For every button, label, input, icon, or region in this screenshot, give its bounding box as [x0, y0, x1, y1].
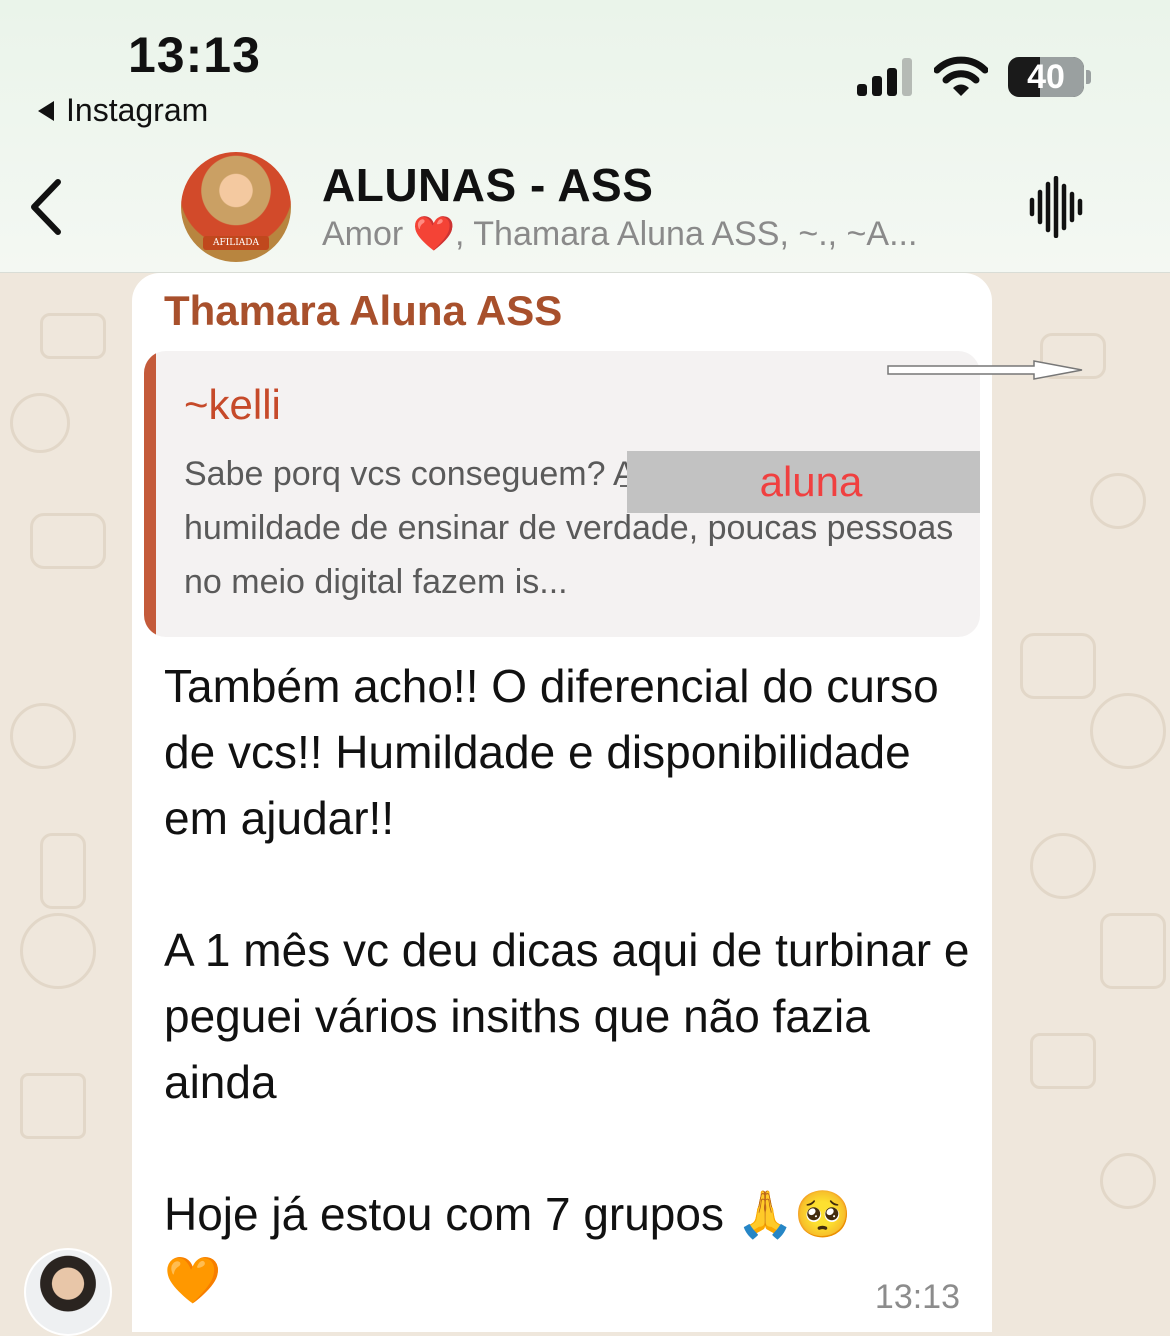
back-to-app-link[interactable]: Instagram [38, 92, 208, 129]
audio-waveform-icon[interactable] [1028, 176, 1084, 238]
group-avatar[interactable]: AFILIADA [181, 152, 291, 262]
annotation-arrow-icon [887, 360, 1083, 380]
chevron-left-icon[interactable] [26, 178, 66, 236]
cellular-signal-icon [857, 58, 915, 96]
sender-avatar[interactable] [24, 1248, 112, 1336]
message-text: Também acho!! O diferencial do curso de … [164, 660, 970, 1306]
quote-accent-bar [144, 351, 156, 637]
redaction-label: aluna [627, 451, 980, 513]
top-bar: 13:13 Instagram 40 AFILIADA ALUNAS - ASS… [0, 0, 1170, 273]
chat-participants[interactable]: Amor ❤️, Thamara Aluna ASS, ~., ~A... [322, 214, 917, 254]
status-time: 13:13 [128, 27, 261, 83]
battery-indicator: 40 [1008, 57, 1084, 97]
wifi-icon [934, 56, 988, 96]
chat-title[interactable]: ALUNAS - ASS [322, 158, 653, 212]
back-triangle-icon [38, 100, 54, 121]
quoted-message[interactable]: ~kelli Sabe porq vcs conseguem? A verdad… [144, 351, 980, 637]
back-app-label: Instagram [66, 92, 209, 128]
message-time: 13:13 [874, 1278, 960, 1316]
battery-level: 40 [1027, 57, 1065, 96]
quote-author: ~kelli [184, 381, 281, 428]
message-bubble[interactable]: Thamara Aluna ASS ~kelli Sabe porq vcs c… [132, 273, 992, 1332]
message-sender[interactable]: Thamara Aluna ASS [164, 287, 562, 335]
